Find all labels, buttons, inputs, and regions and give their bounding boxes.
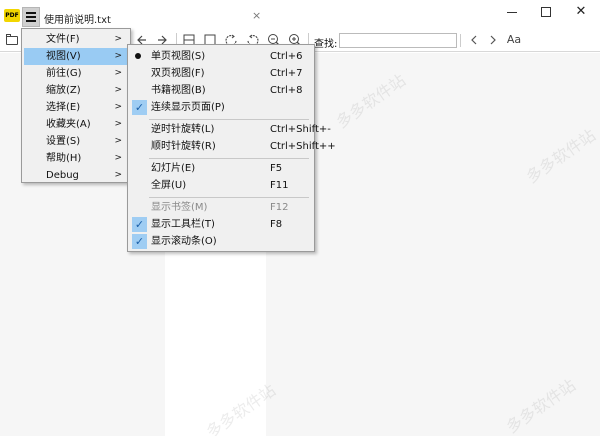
search-input[interactable] [339, 33, 457, 48]
menu-item-zoom[interactable]: 缩放(Z) > [24, 82, 128, 99]
hamburger-menu-icon[interactable] [22, 7, 40, 27]
menu-item-goto[interactable]: 前往(G) > [24, 65, 128, 82]
menu-item-fullscreen[interactable]: 全屏(U) F11 [130, 177, 312, 194]
watermark: 多多软件站 [332, 70, 410, 132]
watermark: 多多软件站 [502, 375, 580, 436]
app-logo-icon: PDF [4, 9, 20, 22]
view-submenu: 单页视图(S) Ctrl+6 双页视图(F) Ctrl+7 书籍视图(B) Ctrl+… [127, 44, 336, 252]
menu-item-rotate-right[interactable]: 顺时针旋转(R) Ctrl+Shift++ [130, 138, 336, 155]
close-window-button[interactable]: ✕ [568, 3, 594, 21]
check-icon: ✓ [132, 100, 147, 115]
tab-close-button[interactable]: × [252, 9, 261, 22]
document-tab-title[interactable]: 使用前说明.txt [44, 11, 111, 26]
menu-item-select[interactable]: 选择(E) > [24, 99, 128, 116]
search-label: 查找: [314, 39, 338, 50]
menu-item-file[interactable]: 文件(F) > [24, 31, 128, 48]
menu-item-show-scrollbars[interactable]: ✓ 显示滚动条(O) [130, 233, 312, 250]
menu-item-favorites[interactable]: 收藏夹(A) > [24, 116, 128, 133]
menu-item-debug[interactable]: Debug > [24, 167, 128, 184]
title-bar: PDF 使用前说明.txt × ✕ [0, 0, 600, 28]
maximize-button[interactable] [533, 3, 559, 21]
check-icon: ✓ [132, 217, 147, 232]
search-prev-icon[interactable] [466, 32, 482, 48]
menu-item-help[interactable]: 帮助(H) > [24, 150, 128, 167]
menu-item-book-view[interactable]: 书籍视图(B) Ctrl+8 [130, 82, 312, 99]
match-case-icon[interactable]: Aa [506, 32, 522, 48]
radio-bullet-icon [135, 53, 141, 59]
menu-item-view[interactable]: 视图(V) > [24, 48, 128, 65]
menu-item-single-page[interactable]: 单页视图(S) Ctrl+6 [130, 48, 312, 65]
main-menu: 文件(F) > 视图(V) > 前往(G) > 缩放(Z) > 选择(E) > 收藏夹(A… [21, 28, 131, 183]
watermark: 多多软件站 [522, 125, 600, 187]
menu-item-show-bookmarks: 显示书签(M) F12 [151, 202, 289, 213]
minimize-button[interactable] [499, 3, 525, 21]
search-next-icon[interactable] [485, 32, 501, 48]
menu-item-slideshow[interactable]: 幻灯片(E) F5 [130, 160, 312, 177]
menu-item-show-toolbar[interactable]: ✓ 显示工具栏(T) F8 [130, 216, 312, 233]
folder-icon[interactable] [4, 32, 20, 48]
menu-item-double-page[interactable]: 双页视图(F) Ctrl+7 [130, 65, 312, 82]
menu-item-settings[interactable]: 设置(S) > [24, 133, 128, 150]
check-icon: ✓ [132, 234, 147, 249]
menu-item-continuous[interactable]: ✓ 连续显示页面(P) [130, 99, 312, 116]
menu-item-rotate-left[interactable]: 逆时针旋转(L) Ctrl+Shift+- [130, 121, 331, 138]
